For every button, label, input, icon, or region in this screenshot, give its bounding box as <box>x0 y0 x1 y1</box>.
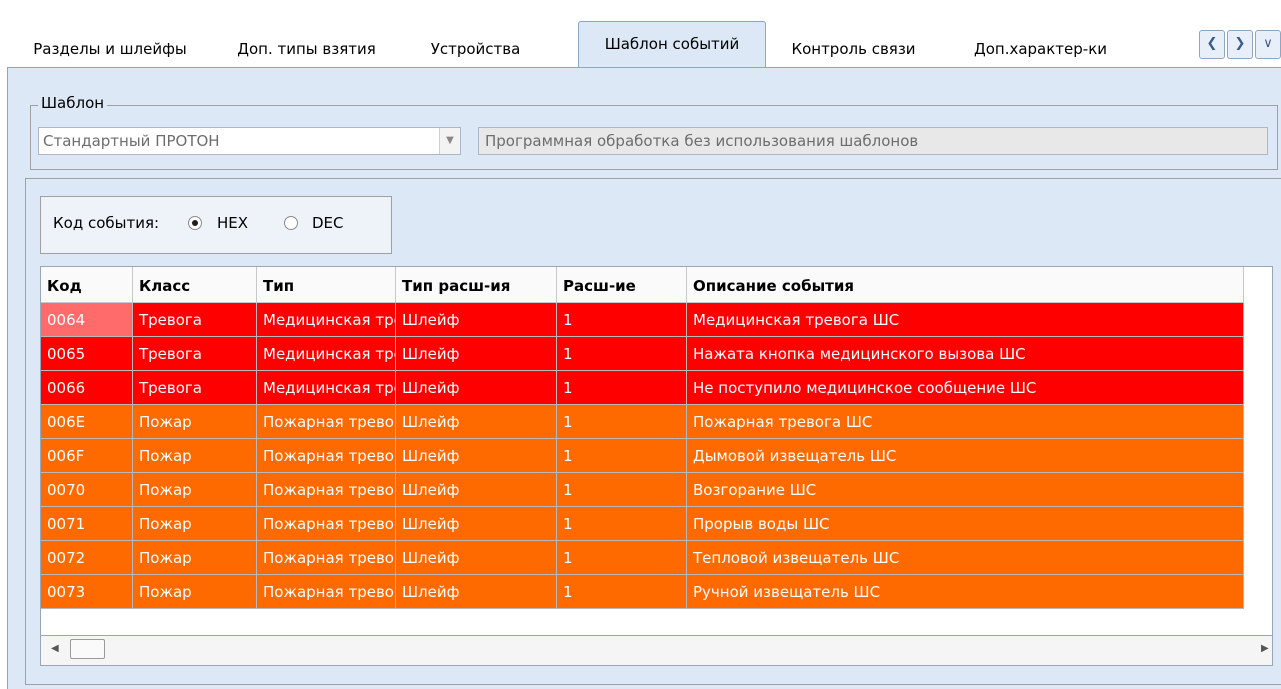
cell-code: 0073 <box>41 575 133 609</box>
chevron-left-icon[interactable]: ❮ <box>1199 30 1225 59</box>
cell-description: Тепловой извещатель ШС <box>687 541 1244 575</box>
cell-type: Медицинская тревога <box>257 337 396 371</box>
column-header-description[interactable]: Описание события <box>687 267 1244 303</box>
cell-type: Медицинская тревога <box>257 303 396 337</box>
tab-devices[interactable]: Устройства <box>420 30 531 68</box>
dec-radio-label[interactable]: DEC <box>312 214 344 232</box>
cell-ext-type: Шлейф <box>396 405 557 439</box>
table-row[interactable]: 0070ПожарПожарная тревогаШлейф1Возгорани… <box>41 473 1244 507</box>
cell-ext: 1 <box>557 371 687 405</box>
cell-type: Пожарная тревога <box>257 575 396 609</box>
cell-description: Не поступило медицинское сообщение ШС <box>687 371 1244 405</box>
table-row[interactable]: 0064ТревогаМедицинская тревогаШлейф1Меди… <box>41 303 1244 337</box>
cell-code: 0066 <box>41 371 133 405</box>
cell-ext: 1 <box>557 507 687 541</box>
cell-code: 0070 <box>41 473 133 507</box>
column-header-class[interactable]: Класс <box>133 267 257 303</box>
cell-ext-type: Шлейф <box>396 439 557 473</box>
horizontal-scrollbar[interactable]: ◀ ▶ <box>40 636 1273 666</box>
event-code-label: Код события: <box>53 214 160 232</box>
table-row[interactable]: 006EПожарПожарная тревогаШлейф1Пожарная … <box>41 405 1244 439</box>
events-grid[interactable]: Код Класс Тип Тип расш-ия Расш-ие Описан… <box>40 266 1273 636</box>
horizontal-scroll-thumb[interactable] <box>70 639 105 659</box>
table-row[interactable]: 0065ТревогаМедицинская тревогаШлейф1Нажа… <box>41 337 1244 371</box>
template-select[interactable]: Стандартный ПРОТОН ▼ <box>38 127 461 155</box>
cell-class: Пожар <box>133 439 257 473</box>
tab-sections[interactable]: Разделы и шлейфы <box>27 30 193 68</box>
cell-type: Медицинская тревога <box>257 371 396 405</box>
event-code-format-group: Код события: HEX DEC <box>40 196 392 254</box>
column-header-type[interactable]: Тип <box>257 267 396 303</box>
chevron-right-icon[interactable]: ❯ <box>1227 30 1253 59</box>
table-row[interactable]: 006FПожарПожарная тревогаШлейф1Дымовой и… <box>41 439 1244 473</box>
dec-radio[interactable] <box>284 216 298 230</box>
tab-strip: Разделы и шлейфы Доп. типы взятия Устрой… <box>0 0 1281 68</box>
cell-ext: 1 <box>557 473 687 507</box>
cell-ext: 1 <box>557 337 687 371</box>
cell-class: Пожар <box>133 405 257 439</box>
grid-header: Код Класс Тип Тип расш-ия Расш-ие Описан… <box>41 267 1244 303</box>
cell-description: Нажата кнопка медицинского вызова ШС <box>687 337 1244 371</box>
cell-ext-type: Шлейф <box>396 337 557 371</box>
chevron-down-icon[interactable]: ▼ <box>439 128 460 154</box>
cell-class: Пожар <box>133 507 257 541</box>
cell-code: 0071 <box>41 507 133 541</box>
cell-type: Пожарная тревога <box>257 439 396 473</box>
cell-type: Пожарная тревога <box>257 405 396 439</box>
cell-ext-type: Шлейф <box>396 371 557 405</box>
cell-description: Медицинская тревога ШС <box>687 303 1244 337</box>
cell-class: Тревога <box>133 303 257 337</box>
cell-description: Прорыв воды ШС <box>687 507 1244 541</box>
template-selected-value: Стандартный ПРОТОН <box>43 132 220 150</box>
cell-code: 0072 <box>41 541 133 575</box>
tab-event-template[interactable]: Шаблон событий <box>578 21 766 68</box>
cell-class: Пожар <box>133 473 257 507</box>
scroll-left-icon[interactable]: ◀ <box>51 643 59 654</box>
hex-radio-label[interactable]: HEX <box>217 214 248 232</box>
template-legend: Шаблон <box>38 94 108 112</box>
table-row[interactable]: 0072ПожарПожарная тревогаШлейф1Тепловой … <box>41 541 1244 575</box>
cell-description: Ручной извещатель ШС <box>687 575 1244 609</box>
cell-ext-type: Шлейф <box>396 541 557 575</box>
tab-link-control[interactable]: Контроль связи <box>782 30 925 68</box>
cell-code: 006F <box>41 439 133 473</box>
scroll-right-icon[interactable]: ▶ <box>1261 643 1269 654</box>
cell-class: Пожар <box>133 541 257 575</box>
cell-ext-type: Шлейф <box>396 303 557 337</box>
cell-code: 006E <box>41 405 133 439</box>
cell-type: Пожарная тревога <box>257 473 396 507</box>
table-row[interactable]: 0071ПожарПожарная тревогаШлейф1Прорыв во… <box>41 507 1244 541</box>
cell-description: Пожарная тревога ШС <box>687 405 1244 439</box>
chevron-down-icon[interactable]: ∨ <box>1255 30 1281 59</box>
cell-class: Тревога <box>133 337 257 371</box>
column-header-ext-type[interactable]: Тип расш-ия <box>396 267 557 303</box>
table-row[interactable]: 0073ПожарПожарная тревогаШлейф1Ручной из… <box>41 575 1244 609</box>
cell-code: 0065 <box>41 337 133 371</box>
cell-class: Тревога <box>133 371 257 405</box>
cell-description: Возгорание ШС <box>687 473 1244 507</box>
column-header-ext[interactable]: Расш-ие <box>557 267 687 303</box>
cell-type: Пожарная тревога <box>257 507 396 541</box>
hex-radio[interactable] <box>188 216 202 230</box>
cell-type: Пожарная тревога <box>257 541 396 575</box>
table-row[interactable]: 0066ТревогаМедицинская тревогаШлейф1Не п… <box>41 371 1244 405</box>
cell-ext: 1 <box>557 303 687 337</box>
cell-ext: 1 <box>557 405 687 439</box>
template-description-field: Программная обработка без использования … <box>478 127 1268 155</box>
cell-ext: 1 <box>557 541 687 575</box>
cell-description: Дымовой извещатель ШС <box>687 439 1244 473</box>
cell-ext: 1 <box>557 575 687 609</box>
tab-arming-types[interactable]: Доп. типы взятия <box>232 30 381 68</box>
column-header-code[interactable]: Код <box>41 267 133 303</box>
cell-ext-type: Шлейф <box>396 507 557 541</box>
cell-ext-type: Шлейф <box>396 575 557 609</box>
tab-extra-characteristics[interactable]: Доп.характер-ки <box>963 30 1118 68</box>
cell-ext-type: Шлейф <box>396 473 557 507</box>
cell-code: 0064 <box>41 303 133 337</box>
cell-class: Пожар <box>133 575 257 609</box>
cell-ext: 1 <box>557 439 687 473</box>
